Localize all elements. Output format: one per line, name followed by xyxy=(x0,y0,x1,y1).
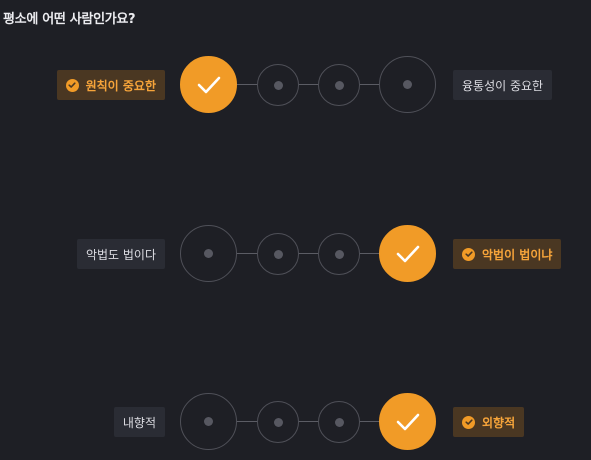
scale-line xyxy=(208,253,408,254)
dot-icon xyxy=(273,417,283,427)
left-label-text: 악법도 법이다 xyxy=(85,247,156,262)
check-circle-icon xyxy=(462,415,475,429)
right-label-selected: 악법이 법이냐 xyxy=(453,239,562,269)
scale-option-4[interactable] xyxy=(379,225,436,282)
scale-option-1[interactable] xyxy=(180,225,237,282)
right-label: 융통성이 중요한 xyxy=(453,70,553,100)
left-label-selected: 원칙이 중요한 xyxy=(56,70,165,100)
dot-icon xyxy=(334,80,344,90)
dot-icon xyxy=(204,417,213,426)
right-label-text: 융통성이 중요한 xyxy=(462,78,544,93)
scale xyxy=(180,55,436,115)
scale-option-3[interactable] xyxy=(318,64,360,106)
scale-line xyxy=(208,84,408,85)
left-label: 내향적 xyxy=(113,407,165,437)
right-label-text: 악법이 법이냐 xyxy=(482,247,553,262)
scale-option-3[interactable] xyxy=(318,401,360,443)
checkmark-icon xyxy=(197,76,220,93)
scale-option-2[interactable] xyxy=(257,64,299,106)
scale-option-4[interactable] xyxy=(379,56,436,113)
dot-icon xyxy=(403,80,412,89)
scale-option-2[interactable] xyxy=(257,233,299,275)
scale-option-2[interactable] xyxy=(257,401,299,443)
dot-icon xyxy=(273,249,283,259)
question-title: 평소에 어떤 사람인가요? xyxy=(3,12,136,27)
dot-icon xyxy=(204,249,213,258)
scale-option-4[interactable] xyxy=(379,393,436,450)
checkmark-icon xyxy=(396,245,419,262)
check-circle-icon xyxy=(462,247,475,261)
scale-option-1[interactable] xyxy=(180,56,237,113)
dot-icon xyxy=(334,249,344,259)
scale-option-3[interactable] xyxy=(318,233,360,275)
scale xyxy=(180,392,436,452)
scale-row-2: 악법도 법이다 악법이 법이냐 xyxy=(0,224,591,284)
scale-row-1: 원칙이 중요한 융통성이 중요한 xyxy=(0,55,591,115)
scale-line xyxy=(208,421,408,422)
scale xyxy=(180,224,436,284)
left-label: 악법도 법이다 xyxy=(76,239,165,269)
right-label-text: 외향적 xyxy=(482,415,516,430)
right-label-selected: 외향적 xyxy=(453,407,525,437)
scale-row-3: 내향적 외향적 xyxy=(0,392,591,452)
left-label-text: 원칙이 중요한 xyxy=(85,78,156,93)
dot-icon xyxy=(273,80,283,90)
left-label-text: 내향적 xyxy=(122,415,156,430)
check-circle-icon xyxy=(65,78,79,92)
checkmark-icon xyxy=(396,413,419,430)
scale-option-1[interactable] xyxy=(180,393,237,450)
dot-icon xyxy=(334,417,344,427)
